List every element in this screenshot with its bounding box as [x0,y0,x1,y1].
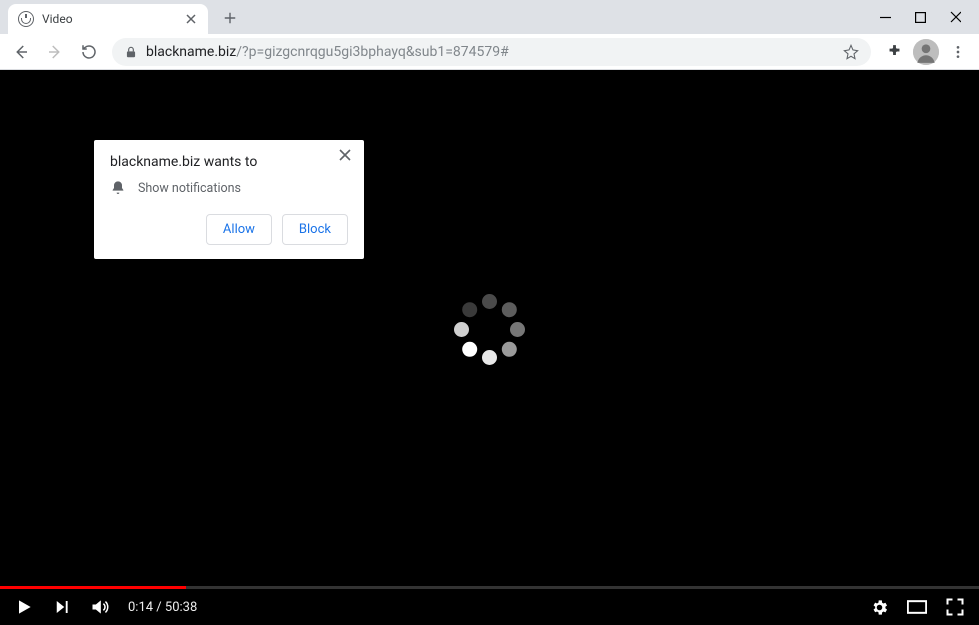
close-icon[interactable] [338,148,354,164]
browser-titlebar: Video [0,0,979,34]
window-minimize-icon[interactable] [880,12,891,23]
video-time: 0:14 / 50:38 [128,600,197,615]
url-text: blackname.biz/?p=gizgcnrqgu5gi3bphayq&su… [146,44,509,60]
play-icon[interactable] [14,597,34,617]
window-close-icon[interactable] [950,12,961,23]
theater-mode-icon[interactable] [907,597,927,617]
forward-button[interactable] [40,37,70,67]
back-button[interactable] [6,37,36,67]
allow-button[interactable]: Allow [206,214,272,245]
profile-avatar[interactable] [913,39,939,65]
settings-gear-icon[interactable] [869,597,889,617]
address-bar[interactable]: blackname.biz/?p=gizgcnrqgu5gi3bphayq&su… [112,38,871,66]
fullscreen-icon[interactable] [945,597,965,617]
window-controls [862,0,979,34]
notification-permission-prompt: blackname.biz wants to Show notification… [94,140,364,259]
permission-line: Show notifications [138,181,241,196]
browser-tab[interactable]: Video [8,4,208,34]
video-current-time: 0:14 [128,600,153,615]
bell-icon [110,180,126,196]
video-progress-played [0,586,186,589]
permission-title: blackname.biz wants to [110,154,348,170]
video-progress-bar[interactable] [0,586,979,589]
lock-icon [124,45,138,59]
loading-spinner-icon [450,290,530,370]
tab-close-icon[interactable] [184,12,198,26]
video-controls: 0:14 / 50:38 [0,589,979,625]
url-path: /?p=gizgcnrqgu5gi3bphayq&sub1=874579# [236,44,508,60]
extensions-button[interactable] [879,37,909,67]
video-time-separator: / [153,600,165,615]
tab-title: Video [42,12,184,26]
url-host: blackname.biz [146,44,236,60]
next-icon[interactable] [52,597,72,617]
window-maximize-icon[interactable] [915,12,926,23]
browser-menu-button[interactable] [943,37,973,67]
volume-icon[interactable] [90,597,110,617]
globe-icon [18,11,34,27]
new-tab-button[interactable] [216,4,244,32]
page-content: blackname.biz wants to Show notification… [0,70,979,589]
video-duration: 50:38 [165,600,197,615]
block-button[interactable]: Block [282,214,348,245]
browser-toolbar: blackname.biz/?p=gizgcnrqgu5gi3bphayq&su… [0,34,979,70]
bookmark-star-icon[interactable] [843,44,859,60]
reload-button[interactable] [74,37,104,67]
